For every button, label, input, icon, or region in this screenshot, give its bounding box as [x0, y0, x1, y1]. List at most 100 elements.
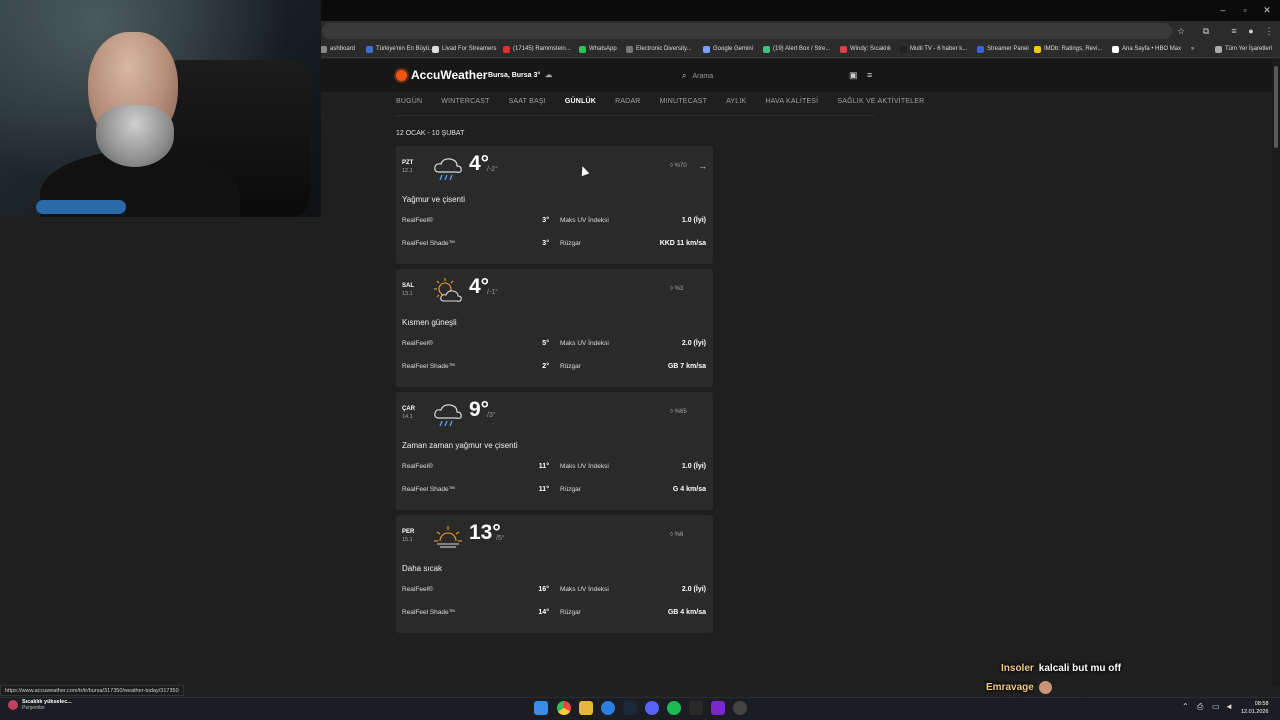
bookmark-favicon-icon [900, 46, 907, 53]
uv-value: 2.0 (İyi) [681, 340, 706, 347]
menu-icon[interactable]: ⋮ [1262, 24, 1276, 38]
daily-forecast-card[interactable]: PZT 12.1 4°/-2° ◊ %70 → Yağmur ve çisenti Real… [396, 146, 713, 264]
bookmark-item[interactable]: Ana Sayfa • HBO Max [1112, 43, 1181, 56]
bookmark-item[interactable]: (17145) Rammstein... [503, 43, 571, 56]
tab-1[interactable]: WINTERCAST [441, 98, 489, 105]
forecast-tabs: BUGÜN WINTERCAST SAAT BAŞI GÜNLÜK RADAR MINUT… [396, 98, 943, 105]
minimize-icon[interactable]: – [1216, 3, 1230, 17]
bookmark-item[interactable]: Windy: Sıcaklık [840, 43, 891, 56]
bookmark-item[interactable]: WhatsApp [579, 43, 617, 56]
wind-value: GB 4 km/sa [667, 609, 706, 616]
profile-icon[interactable]: ● [1244, 24, 1258, 38]
bookmark-favicon-icon [320, 46, 327, 53]
accuweather-logo[interactable]: AccuWeather [396, 68, 487, 82]
discord-icon[interactable] [645, 701, 659, 715]
bookmark-item[interactable]: Google Gemini [703, 43, 753, 56]
extensions-icon[interactable]: ⧉ [1199, 24, 1213, 38]
rain-cloud-icon [432, 154, 464, 182]
status-url: https://www.accuweather.com/tr/tr/bursa/… [0, 685, 184, 696]
kick-icon[interactable] [711, 701, 725, 715]
tab-6[interactable]: AYLIK [726, 98, 746, 105]
rain-cloud-icon [432, 400, 464, 428]
bookmark-label: (19) Alert Box / Stre... [773, 46, 831, 52]
mic-icon[interactable]: ⎙ [1197, 702, 1203, 712]
droplet-icon: ◊ [670, 163, 673, 169]
chat-emote-icon [1038, 681, 1052, 694]
low-temp: /3° [487, 412, 496, 419]
realfeel-shade-label: RealFeel Shade™ [402, 486, 456, 493]
bookmark-item[interactable]: IMDb: Ratings, Revi... [1034, 43, 1102, 56]
bookmark-item[interactable]: Tüm Yer İşaretleri [1215, 43, 1272, 56]
steam-icon[interactable] [623, 701, 637, 715]
hazy-sun-icon [432, 523, 464, 551]
location-link[interactable]: Bursa, Bursa 3° ☁ [488, 71, 552, 79]
obs-icon[interactable] [733, 701, 747, 715]
tab-2[interactable]: SAAT BAŞI [509, 98, 546, 105]
chrome-taskbar-icon[interactable] [557, 701, 571, 715]
url-field[interactable] [322, 23, 1172, 39]
bookmark-favicon-icon [703, 46, 710, 53]
windows-start-icon[interactable] [534, 701, 548, 715]
uv-label: Maks UV İndeksi [560, 217, 609, 224]
tab-0[interactable]: BUGÜN [396, 98, 422, 105]
tab-4[interactable]: RADAR [615, 98, 641, 105]
video-icon[interactable]: ▣ [849, 70, 858, 81]
search-box[interactable]: ⌕ Arama [682, 71, 713, 81]
volume-icon[interactable]: ◄ [1225, 702, 1233, 711]
bookmark-favicon-icon [579, 46, 586, 53]
network-icon[interactable]: ▭ [1212, 702, 1220, 711]
maximize-icon[interactable]: ▫ [1238, 3, 1252, 17]
tab-3[interactable]: GÜNLÜK [565, 98, 596, 105]
bookmark-item[interactable]: Livad For Streamers [432, 43, 496, 56]
realfeel-shade-value: 14° [538, 609, 549, 616]
bookmark-favicon-icon [763, 46, 770, 53]
chat-username: Emravage [986, 682, 1034, 694]
location-text: Bursa, Bursa 3° [488, 72, 541, 79]
wind-value: G 4 km/sa [672, 486, 706, 493]
tab-5[interactable]: MINUTECAST [660, 98, 708, 105]
scrollbar-thumb[interactable] [1274, 66, 1278, 148]
tab-8[interactable]: SAĞLIK VE AKTİVİTELER [837, 98, 924, 105]
weather-widget[interactable]: Sıcaklık yükselec... Perşembe [8, 699, 72, 711]
bookmark-item[interactable]: » [1191, 43, 1194, 56]
bookmark-item[interactable]: (19) Alert Box / Stre... [763, 43, 830, 56]
precip-value: %65 [674, 409, 687, 415]
droplet-icon: ◊ [670, 532, 673, 538]
wind-label: Rüzgar [560, 609, 581, 616]
realfeel-value: 3° [542, 217, 549, 224]
spotify-icon[interactable] [667, 701, 681, 715]
hamburger-icon[interactable]: ≡ [867, 70, 872, 80]
chat-username: Insoler [1001, 663, 1034, 674]
scrollbar[interactable] [1272, 59, 1280, 687]
tab-7[interactable]: HAVA KALİTESİ [765, 98, 818, 105]
daily-forecast-card[interactable]: SAL 13.1 4°/-1° ◊ %3 Kısmen güneşli RealFeel®… [396, 269, 713, 387]
arrow-right-icon[interactable]: → [698, 161, 707, 171]
weather-widget-icon [8, 700, 18, 710]
edge-icon[interactable] [601, 701, 615, 715]
tray-chevron-icon[interactable]: ⌃ [1182, 702, 1189, 711]
card-day: PZT [402, 160, 414, 166]
star-icon[interactable]: ☆ [1174, 24, 1188, 38]
clock-date: 12.01.2026 [1241, 709, 1269, 715]
daily-forecast-card[interactable]: PER 15.1 13°/5° ◊ %6 Daha sıcak RealFeel® 16° R… [396, 515, 713, 633]
bookmark-favicon-icon [503, 46, 510, 53]
wind-label: Rüzgar [560, 486, 581, 493]
precip-chance: ◊ %65 [670, 409, 687, 415]
bookmark-favicon-icon [977, 46, 984, 53]
bookmark-item[interactable]: ashboard [320, 43, 355, 56]
file-explorer-icon[interactable] [579, 701, 593, 715]
realfeel-shade-label: RealFeel Shade™ [402, 240, 456, 247]
taskbar-clock[interactable]: 08:58 12.01.2026 [1241, 700, 1269, 716]
precip-chance: ◊ %6 [670, 532, 683, 538]
bookmark-item[interactable]: Türkiye'nin En Büyü... [366, 43, 434, 56]
bookmark-item[interactable]: Streamer Panel [977, 43, 1029, 56]
low-temp: /5° [496, 535, 505, 542]
epic-games-icon[interactable] [689, 701, 703, 715]
bookmark-item[interactable]: Multi TV - 6 haber k... [900, 43, 967, 56]
close-icon[interactable]: ✕ [1260, 3, 1274, 17]
uv-value: 1.0 (İyi) [681, 463, 706, 470]
daily-forecast-card[interactable]: ÇAR 14.1 9°/3° ◊ %65 Zaman zaman yağmur ve ç… [396, 392, 713, 510]
realfeel-shade-value: 2° [542, 363, 549, 370]
media-icon[interactable]: ≡ [1227, 24, 1241, 38]
bookmark-item[interactable]: Electronic Diversity... [626, 43, 692, 56]
